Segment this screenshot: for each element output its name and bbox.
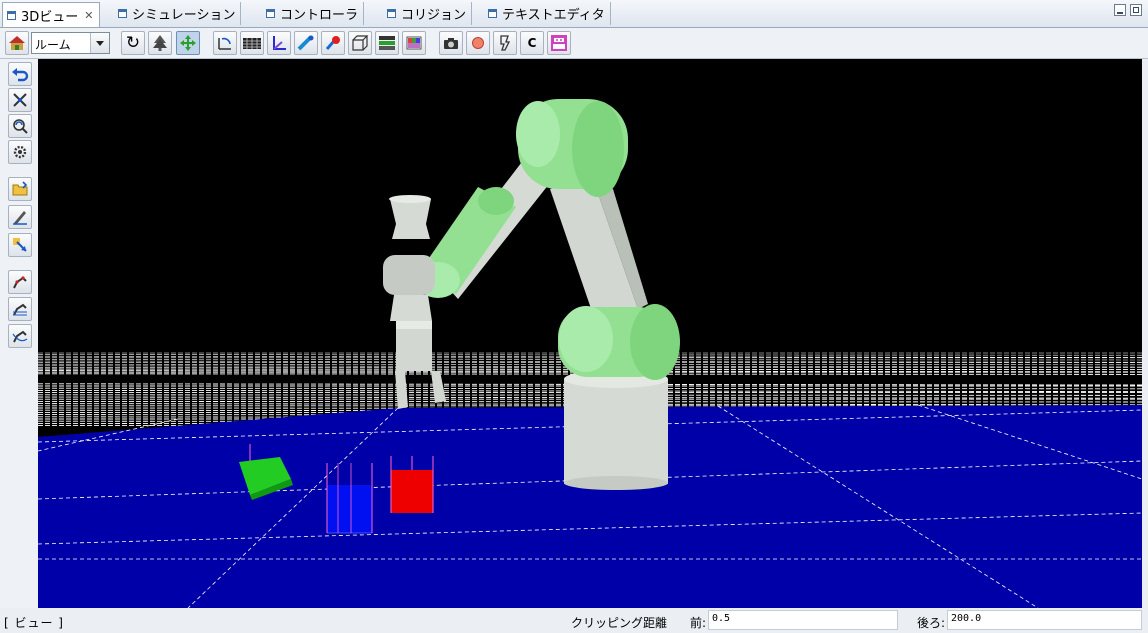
undo-arrow-icon[interactable]	[8, 62, 32, 86]
move-arrows-icon[interactable]	[176, 31, 200, 55]
view-mode-value: ルーム	[35, 38, 71, 52]
tab-bar: 3Dビュー ✕ シミュレーション コントローラ コリジョン テキストエディタ	[0, 0, 1148, 28]
robot-path-icon[interactable]	[8, 324, 32, 348]
far-clip-label: 後ろ:	[917, 616, 946, 630]
tab-simulation[interactable]: シミュレーション	[114, 2, 242, 25]
view-tab-icon	[118, 9, 127, 18]
near-clip-input[interactable]: 0.5	[708, 610, 898, 630]
tab-label: シミュレーション	[132, 8, 236, 23]
status-bar: [ ビュー ] クリッピング距離 前: 0.5 後ろ: 200.0	[0, 609, 1148, 633]
robot-pink-icon[interactable]	[547, 31, 571, 55]
wire-cube-icon[interactable]	[348, 31, 372, 55]
far-clip-input[interactable]: 200.0	[947, 610, 1142, 630]
render-settings-icon[interactable]	[375, 31, 399, 55]
tab-label: テキストエディタ	[502, 8, 605, 23]
grid-floor-icon[interactable]	[240, 31, 264, 55]
view-mode-select[interactable]: ルーム	[31, 32, 110, 54]
ruler-icon[interactable]	[294, 31, 318, 55]
tab-collision[interactable]: コリジョン	[383, 2, 473, 25]
pick-icon[interactable]	[8, 233, 32, 257]
view-tab-icon	[488, 9, 497, 18]
robot-teach-icon[interactable]	[8, 270, 32, 294]
camera-icon[interactable]	[439, 31, 463, 55]
window-controls	[1114, 4, 1142, 16]
robot-wrist	[390, 199, 431, 239]
view-tab-icon	[387, 9, 396, 18]
view-tab-icon	[7, 10, 16, 20]
near-clip-label: 前:	[690, 616, 707, 630]
3d-scene[interactable]	[38, 59, 1142, 608]
tab-controller[interactable]: コントローラ	[262, 2, 365, 25]
robot-base	[564, 379, 668, 484]
left-toolbar	[0, 59, 38, 608]
tab-3d-view[interactable]: 3Dビュー ✕	[2, 2, 100, 27]
record-icon[interactable]	[466, 31, 490, 55]
c-label: C	[527, 36, 537, 50]
tree-icon[interactable]	[148, 31, 172, 55]
rotate-icon[interactable]: ↻	[121, 31, 145, 55]
view-tab-icon	[266, 9, 275, 18]
pan-cross-icon[interactable]	[8, 88, 32, 112]
main-toolbar: ルーム ↻ C	[0, 28, 1148, 59]
orbit-icon[interactable]	[8, 114, 32, 138]
maximize-button[interactable]	[1130, 4, 1142, 16]
mode-indicator: [ ビュー ]	[4, 616, 64, 630]
gear-zoom-icon[interactable]	[8, 140, 32, 164]
axes-icon[interactable]	[267, 31, 291, 55]
chevron-down-icon[interactable]	[90, 33, 109, 53]
open-folder-icon[interactable]	[8, 177, 32, 201]
room-icon[interactable]	[5, 31, 29, 55]
tab-label: コントローラ	[280, 8, 359, 23]
pen-icon[interactable]	[8, 205, 32, 229]
tab-label: コリジョン	[401, 8, 467, 23]
c-icon[interactable]: C	[520, 31, 544, 55]
clipping-distance-label: クリッピング距離	[571, 616, 668, 630]
color-palette-icon[interactable]	[402, 31, 426, 55]
tab-text-editor[interactable]: テキストエディタ	[484, 2, 611, 25]
close-icon[interactable]: ✕	[84, 9, 93, 22]
jog-icon[interactable]	[493, 31, 517, 55]
tab-label: 3Dビュー	[21, 9, 79, 25]
robot-jog-icon[interactable]	[8, 297, 32, 321]
marker-icon[interactable]	[321, 31, 345, 55]
3d-viewport[interactable]	[38, 59, 1142, 608]
minimize-button[interactable]	[1114, 4, 1126, 16]
axis-rotate-icon[interactable]	[213, 31, 237, 55]
